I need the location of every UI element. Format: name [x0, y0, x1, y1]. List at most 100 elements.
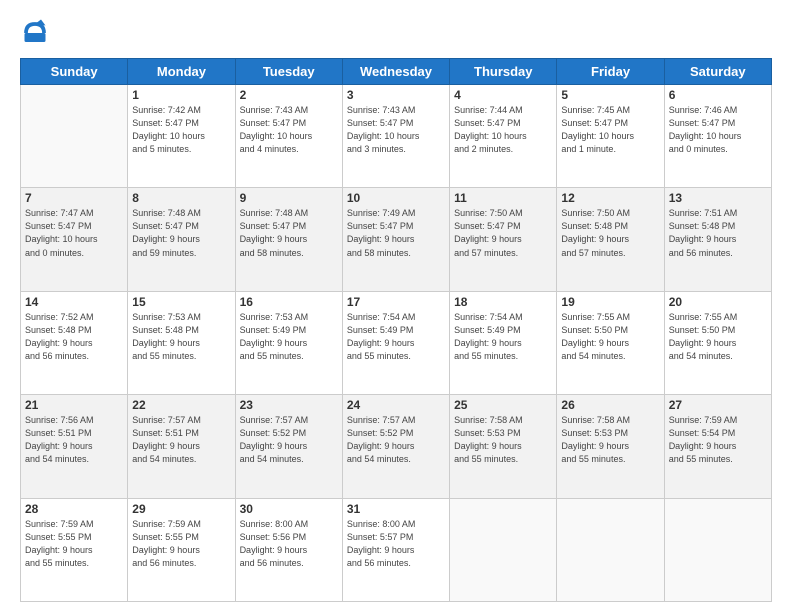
weekday-header-tuesday: Tuesday	[235, 59, 342, 85]
calendar-cell: 3 Sunrise: 7:43 AMSunset: 5:47 PMDaylight…	[342, 85, 449, 188]
day-info: Sunrise: 7:49 AMSunset: 5:47 PMDaylight:…	[347, 207, 445, 259]
calendar-cell: 5 Sunrise: 7:45 AMSunset: 5:47 PMDaylight…	[557, 85, 664, 188]
day-info: Sunrise: 7:57 AMSunset: 5:51 PMDaylight:…	[132, 414, 230, 466]
calendar-cell: 29 Sunrise: 7:59 AMSunset: 5:55 PMDayligh…	[128, 498, 235, 601]
day-number: 8	[132, 191, 230, 205]
weekday-header-friday: Friday	[557, 59, 664, 85]
calendar-cell: 2 Sunrise: 7:43 AMSunset: 5:47 PMDaylight…	[235, 85, 342, 188]
day-info: Sunrise: 7:54 AMSunset: 5:49 PMDaylight:…	[454, 311, 552, 363]
page: SundayMondayTuesdayWednesdayThursdayFrid…	[0, 0, 792, 612]
day-info: Sunrise: 7:48 AMSunset: 5:47 PMDaylight:…	[132, 207, 230, 259]
day-number: 29	[132, 502, 230, 516]
calendar-cell: 24 Sunrise: 7:57 AMSunset: 5:52 PMDayligh…	[342, 395, 449, 498]
calendar-cell: 12 Sunrise: 7:50 AMSunset: 5:48 PMDayligh…	[557, 188, 664, 291]
day-number: 13	[669, 191, 767, 205]
day-info: Sunrise: 7:55 AMSunset: 5:50 PMDaylight:…	[561, 311, 659, 363]
week-row-5: 28 Sunrise: 7:59 AMSunset: 5:55 PMDayligh…	[21, 498, 772, 601]
day-number: 25	[454, 398, 552, 412]
day-info: Sunrise: 7:50 AMSunset: 5:47 PMDaylight:…	[454, 207, 552, 259]
weekday-header-wednesday: Wednesday	[342, 59, 449, 85]
day-number: 17	[347, 295, 445, 309]
calendar-cell: 10Sunrise: 7:49 AMSunset: 5:47 PMDayligh…	[342, 188, 449, 291]
day-info: Sunrise: 7:53 AMSunset: 5:48 PMDaylight:…	[132, 311, 230, 363]
day-number: 5	[561, 88, 659, 102]
day-number: 9	[240, 191, 338, 205]
day-info: Sunrise: 7:58 AMSunset: 5:53 PMDaylight:…	[561, 414, 659, 466]
day-info: Sunrise: 7:43 AMSunset: 5:47 PMDaylight:…	[347, 104, 445, 156]
day-info: Sunrise: 8:00 AMSunset: 5:57 PMDaylight:…	[347, 518, 445, 570]
calendar-cell: 18 Sunrise: 7:54 AMSunset: 5:49 PMDayligh…	[450, 291, 557, 394]
calendar-cell: 22 Sunrise: 7:57 AMSunset: 5:51 PMDayligh…	[128, 395, 235, 498]
calendar-cell: 27Sunrise: 7:59 AMSunset: 5:54 PMDayligh…	[664, 395, 771, 498]
calendar-cell: 6 Sunrise: 7:46 AMSunset: 5:47 PMDaylight…	[664, 85, 771, 188]
calendar-cell: 8 Sunrise: 7:48 AMSunset: 5:47 PMDaylight…	[128, 188, 235, 291]
day-number: 16	[240, 295, 338, 309]
day-number: 31	[347, 502, 445, 516]
day-info: Sunrise: 7:50 AMSunset: 5:48 PMDaylight:…	[561, 207, 659, 259]
calendar-cell: 21 Sunrise: 7:56 AMSunset: 5:51 PMDayligh…	[21, 395, 128, 498]
header	[20, 18, 772, 48]
calendar-cell: 23 Sunrise: 7:57 AMSunset: 5:52 PMDayligh…	[235, 395, 342, 498]
weekday-header-thursday: Thursday	[450, 59, 557, 85]
day-number: 22	[132, 398, 230, 412]
calendar-cell: 15 Sunrise: 7:53 AMSunset: 5:48 PMDayligh…	[128, 291, 235, 394]
calendar-cell: 4 Sunrise: 7:44 AMSunset: 5:47 PMDaylight…	[450, 85, 557, 188]
calendar-cell: 31 Sunrise: 8:00 AMSunset: 5:57 PMDayligh…	[342, 498, 449, 601]
day-info: Sunrise: 8:00 AMSunset: 5:56 PMDaylight:…	[240, 518, 338, 570]
day-number: 28	[25, 502, 123, 516]
day-number: 4	[454, 88, 552, 102]
week-row-4: 21 Sunrise: 7:56 AMSunset: 5:51 PMDayligh…	[21, 395, 772, 498]
day-info: Sunrise: 7:47 AMSunset: 5:47 PMDaylight:…	[25, 207, 123, 259]
calendar-cell: 28 Sunrise: 7:59 AMSunset: 5:55 PMDayligh…	[21, 498, 128, 601]
day-info: Sunrise: 7:54 AMSunset: 5:49 PMDaylight:…	[347, 311, 445, 363]
day-number: 18	[454, 295, 552, 309]
calendar-cell: 11 Sunrise: 7:50 AMSunset: 5:47 PMDayligh…	[450, 188, 557, 291]
day-number: 1	[132, 88, 230, 102]
calendar-cell: 9 Sunrise: 7:48 AMSunset: 5:47 PMDaylight…	[235, 188, 342, 291]
day-number: 20	[669, 295, 767, 309]
day-number: 2	[240, 88, 338, 102]
day-info: Sunrise: 7:57 AMSunset: 5:52 PMDaylight:…	[240, 414, 338, 466]
calendar-cell	[450, 498, 557, 601]
calendar-cell	[664, 498, 771, 601]
calendar-cell: 30 Sunrise: 8:00 AMSunset: 5:56 PMDayligh…	[235, 498, 342, 601]
calendar-cell: 13 Sunrise: 7:51 AMSunset: 5:48 PMDayligh…	[664, 188, 771, 291]
day-number: 26	[561, 398, 659, 412]
day-info: Sunrise: 7:45 AMSunset: 5:47 PMDaylight:…	[561, 104, 659, 156]
calendar-cell	[557, 498, 664, 601]
day-number: 30	[240, 502, 338, 516]
calendar-cell: 1 Sunrise: 7:42 AMSunset: 5:47 PMDaylight…	[128, 85, 235, 188]
day-info: Sunrise: 7:51 AMSunset: 5:48 PMDaylight:…	[669, 207, 767, 259]
day-number: 24	[347, 398, 445, 412]
weekday-header-monday: Monday	[128, 59, 235, 85]
logo-icon	[20, 18, 50, 48]
day-info: Sunrise: 7:57 AMSunset: 5:52 PMDaylight:…	[347, 414, 445, 466]
day-number: 6	[669, 88, 767, 102]
calendar-cell: 17 Sunrise: 7:54 AMSunset: 5:49 PMDayligh…	[342, 291, 449, 394]
day-number: 21	[25, 398, 123, 412]
day-number: 11	[454, 191, 552, 205]
day-info: Sunrise: 7:42 AMSunset: 5:47 PMDaylight:…	[132, 104, 230, 156]
day-info: Sunrise: 7:53 AMSunset: 5:49 PMDaylight:…	[240, 311, 338, 363]
day-info: Sunrise: 7:52 AMSunset: 5:48 PMDaylight:…	[25, 311, 123, 363]
day-info: Sunrise: 7:43 AMSunset: 5:47 PMDaylight:…	[240, 104, 338, 156]
day-info: Sunrise: 7:46 AMSunset: 5:47 PMDaylight:…	[669, 104, 767, 156]
day-info: Sunrise: 7:59 AMSunset: 5:55 PMDaylight:…	[132, 518, 230, 570]
day-info: Sunrise: 7:55 AMSunset: 5:50 PMDaylight:…	[669, 311, 767, 363]
day-number: 12	[561, 191, 659, 205]
day-info: Sunrise: 7:59 AMSunset: 5:54 PMDaylight:…	[669, 414, 767, 466]
calendar-cell: 20 Sunrise: 7:55 AMSunset: 5:50 PMDayligh…	[664, 291, 771, 394]
day-number: 23	[240, 398, 338, 412]
day-number: 3	[347, 88, 445, 102]
calendar-cell: 19 Sunrise: 7:55 AMSunset: 5:50 PMDayligh…	[557, 291, 664, 394]
weekday-header-saturday: Saturday	[664, 59, 771, 85]
logo	[20, 18, 54, 48]
day-info: Sunrise: 7:48 AMSunset: 5:47 PMDaylight:…	[240, 207, 338, 259]
day-number: 15	[132, 295, 230, 309]
calendar-cell: 7Sunrise: 7:47 AMSunset: 5:47 PMDaylight…	[21, 188, 128, 291]
calendar-cell: 26 Sunrise: 7:58 AMSunset: 5:53 PMDayligh…	[557, 395, 664, 498]
day-info: Sunrise: 7:56 AMSunset: 5:51 PMDaylight:…	[25, 414, 123, 466]
day-info: Sunrise: 7:44 AMSunset: 5:47 PMDaylight:…	[454, 104, 552, 156]
day-info: Sunrise: 7:59 AMSunset: 5:55 PMDaylight:…	[25, 518, 123, 570]
day-number: 19	[561, 295, 659, 309]
